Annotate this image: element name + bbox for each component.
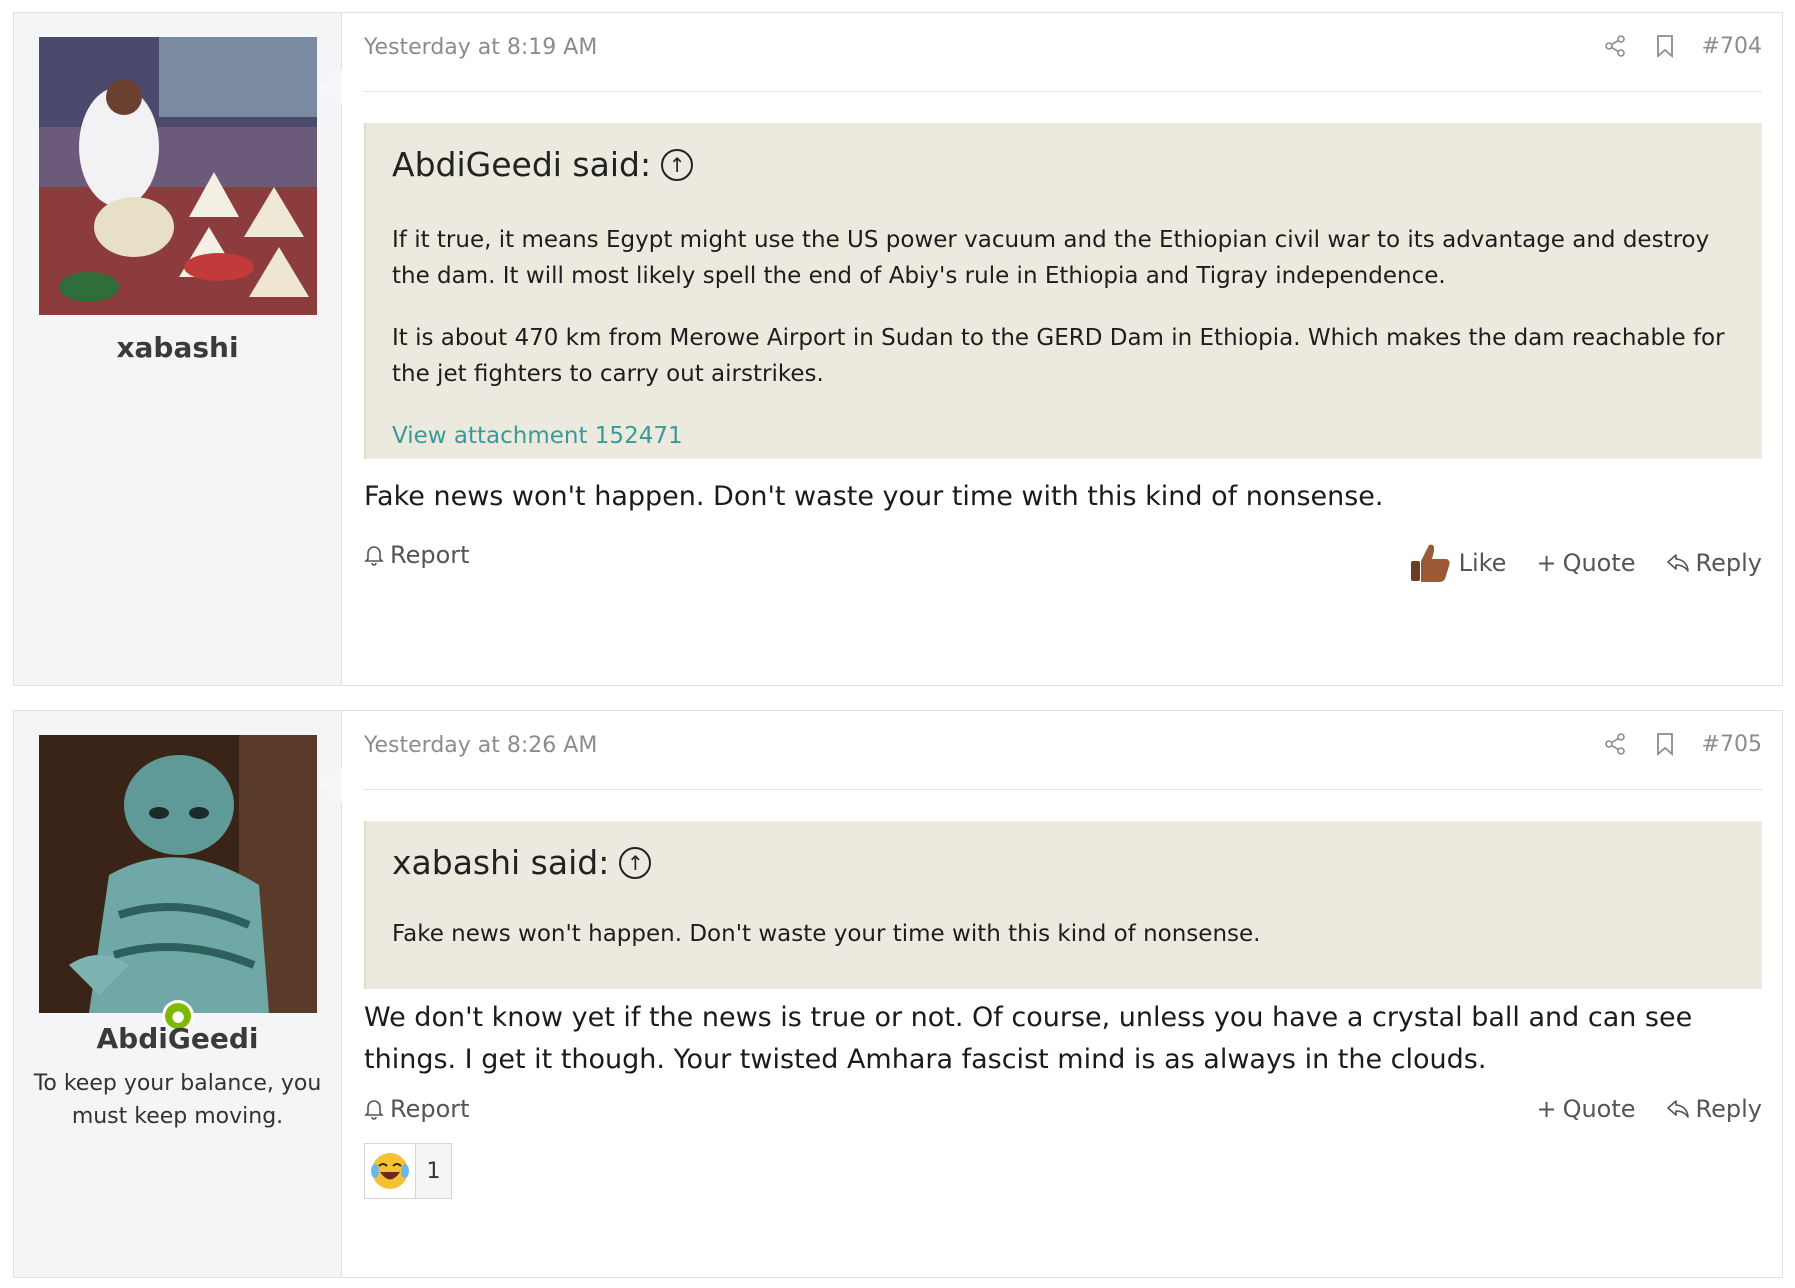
quote-label: Quote — [1562, 549, 1636, 577]
username[interactable]: AbdiGeedi — [14, 1022, 341, 1055]
reply-label: Reply — [1695, 549, 1762, 577]
quote-block: AbdiGeedi said: ↑ If it true, it means E… — [364, 123, 1762, 459]
bookmark-icon[interactable] — [1652, 33, 1678, 59]
post-number[interactable]: #705 — [1702, 732, 1762, 757]
quote-header: AbdiGeedi said: ↑ — [392, 145, 1736, 184]
reply-icon — [1666, 554, 1689, 572]
user-title: To keep your balance, you must keep movi… — [33, 1071, 322, 1129]
post-meta: Yesterday at 8:26 AM #705 — [364, 731, 1762, 790]
share-icon[interactable] — [1602, 33, 1628, 59]
post-actions: Report Like + Quote Reply — [364, 541, 1762, 582]
user-info-panel: xabashi — [14, 13, 342, 685]
quote-label: Quote — [1562, 1095, 1636, 1123]
reaction-count: 1 — [426, 1158, 441, 1184]
quote-block: xabashi said: ↑ Fake news won't happen. … — [364, 821, 1762, 989]
post-704: xabashi Yesterday at 8:19 AM #704 AbdiGe… — [13, 12, 1783, 686]
laughing-tears-icon — [365, 1144, 416, 1198]
report-label: Report — [390, 1095, 470, 1123]
post-actions: Report + Quote Reply — [364, 1095, 1762, 1131]
post-body: We don't know yet if the news is true or… — [364, 1002, 1693, 1075]
quote-button[interactable]: + Quote — [1536, 1095, 1635, 1123]
bookmark-icon[interactable] — [1652, 731, 1678, 757]
post-content: Yesterday at 8:26 AM #705 xabashi said: … — [364, 711, 1762, 1277]
post-timestamp[interactable]: Yesterday at 8:19 AM — [364, 35, 597, 60]
reply-label: Reply — [1695, 1095, 1762, 1123]
quote-button[interactable]: + Quote — [1536, 549, 1635, 577]
like-button[interactable]: Like — [1409, 541, 1507, 585]
user-avatar[interactable] — [39, 735, 317, 1013]
report-button[interactable]: Report — [364, 1095, 470, 1123]
reaction-summary[interactable]: 1 — [364, 1143, 452, 1199]
post-content: Yesterday at 8:19 AM #704 AbdiGeedi said… — [364, 13, 1762, 685]
quote-header: xabashi said: ↑ — [392, 843, 1736, 882]
username[interactable]: xabashi — [14, 331, 341, 364]
post-timestamp[interactable]: Yesterday at 8:26 AM — [364, 733, 597, 758]
report-label: Report — [390, 541, 470, 569]
share-icon[interactable] — [1602, 731, 1628, 757]
bell-icon — [364, 1100, 384, 1120]
like-label: Like — [1458, 549, 1507, 577]
reply-button[interactable]: Reply — [1666, 549, 1762, 577]
report-button[interactable]: Report — [364, 541, 470, 569]
plus-icon: + — [1536, 1095, 1557, 1123]
quote-paragraph: It is about 470 km from Merowe Airport i… — [392, 325, 1725, 387]
jump-to-quote-icon[interactable]: ↑ — [661, 148, 694, 181]
post-meta: Yesterday at 8:19 AM #704 — [364, 33, 1762, 92]
jump-to-quote-icon[interactable]: ↑ — [619, 846, 652, 879]
bell-icon — [364, 546, 384, 566]
post-705: ● AbdiGeedi To keep your balance, you mu… — [13, 710, 1783, 1278]
quote-paragraph: Fake news won't happen. Don't waste your… — [392, 921, 1261, 947]
post-number[interactable]: #704 — [1702, 34, 1762, 59]
user-info-panel: ● AbdiGeedi To keep your balance, you mu… — [14, 711, 342, 1277]
post-body: Fake news won't happen. Don't waste your… — [364, 481, 1384, 512]
quote-paragraph: If it true, it means Egypt might use the… — [392, 227, 1710, 289]
quote-author[interactable]: xabashi said: — [392, 843, 609, 882]
thumbs-up-icon — [1410, 544, 1450, 582]
reply-button[interactable]: Reply — [1666, 1095, 1762, 1123]
view-attachment-link[interactable]: View attachment 152471 — [392, 418, 1736, 454]
plus-icon: + — [1536, 549, 1557, 577]
user-avatar[interactable] — [39, 37, 317, 315]
quote-author[interactable]: AbdiGeedi said: — [392, 145, 651, 184]
reply-icon — [1666, 1100, 1689, 1118]
